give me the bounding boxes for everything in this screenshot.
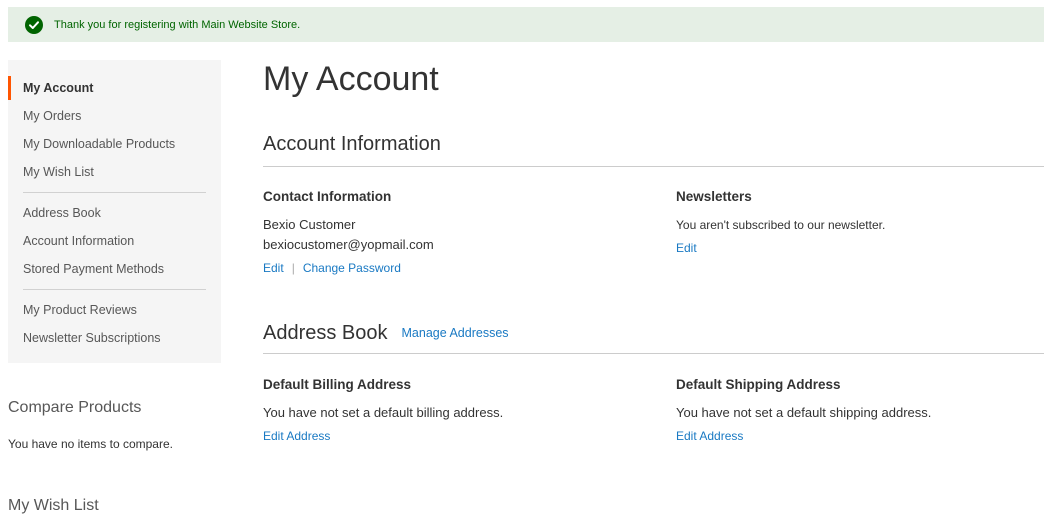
sidebar-item-address-book[interactable]: Address Book xyxy=(8,199,221,227)
sidebar-item-my-account[interactable]: My Account xyxy=(8,74,221,102)
sidebar-item-my-product-reviews[interactable]: My Product Reviews xyxy=(8,296,221,324)
section-divider xyxy=(263,353,1044,354)
change-password-link[interactable]: Change Password xyxy=(303,261,401,275)
sidebar-item-my-orders[interactable]: My Orders xyxy=(8,102,221,130)
checkmark-circle-icon xyxy=(25,15,43,34)
edit-billing-address-link[interactable]: Edit Address xyxy=(263,429,330,443)
default-billing-title: Default Billing Address xyxy=(263,377,412,392)
success-message: Thank you for registering with Main Webs… xyxy=(8,7,1044,42)
manage-addresses-link[interactable]: Manage Addresses xyxy=(402,326,509,340)
default-shipping-text: You have not set a default shipping addr… xyxy=(676,405,932,420)
page-title: My Account xyxy=(263,60,439,98)
edit-shipping-address-link[interactable]: Edit Address xyxy=(676,429,743,443)
account-sidebar-nav: My Account My Orders My Downloadable Pro… xyxy=(8,60,221,363)
action-separator: | xyxy=(291,261,295,275)
contact-actions: Edit | Change Password xyxy=(263,261,401,275)
sidebar-item-stored-payment-methods[interactable]: Stored Payment Methods xyxy=(8,255,221,283)
compare-products-title: Compare Products xyxy=(8,399,142,416)
address-book-title-text: Address Book xyxy=(263,322,388,344)
newsletters-title: Newsletters xyxy=(676,189,752,204)
sidebar-item-newsletter-subscriptions[interactable]: Newsletter Subscriptions xyxy=(8,324,221,352)
sidebar-item-account-information[interactable]: Account Information xyxy=(8,227,221,255)
sidebar-divider xyxy=(23,192,206,193)
wishlist-block-title: My Wish List xyxy=(8,497,99,514)
default-shipping-title: Default Shipping Address xyxy=(676,377,841,392)
compare-products-empty: You have no items to compare. xyxy=(8,437,173,451)
success-message-text: Thank you for registering with Main Webs… xyxy=(54,18,301,31)
sidebar-divider xyxy=(23,289,206,290)
sidebar-item-my-wish-list[interactable]: My Wish List xyxy=(8,158,221,186)
contact-email: bexiocustomer@yopmail.com xyxy=(263,237,434,252)
contact-name: Bexio Customer xyxy=(263,217,356,232)
edit-contact-link[interactable]: Edit xyxy=(263,261,284,275)
account-information-title: Account Information xyxy=(263,133,441,155)
contact-information-title: Contact Information xyxy=(263,189,392,204)
sidebar-item-my-downloadable-products[interactable]: My Downloadable Products xyxy=(8,130,221,158)
default-billing-text: You have not set a default billing addre… xyxy=(263,405,504,420)
edit-newsletters-link[interactable]: Edit xyxy=(676,241,697,255)
section-divider xyxy=(263,166,1044,167)
address-book-title: Address Book Manage Addresses xyxy=(263,322,509,345)
newsletters-status: You aren't subscribed to our newsletter. xyxy=(676,218,886,232)
